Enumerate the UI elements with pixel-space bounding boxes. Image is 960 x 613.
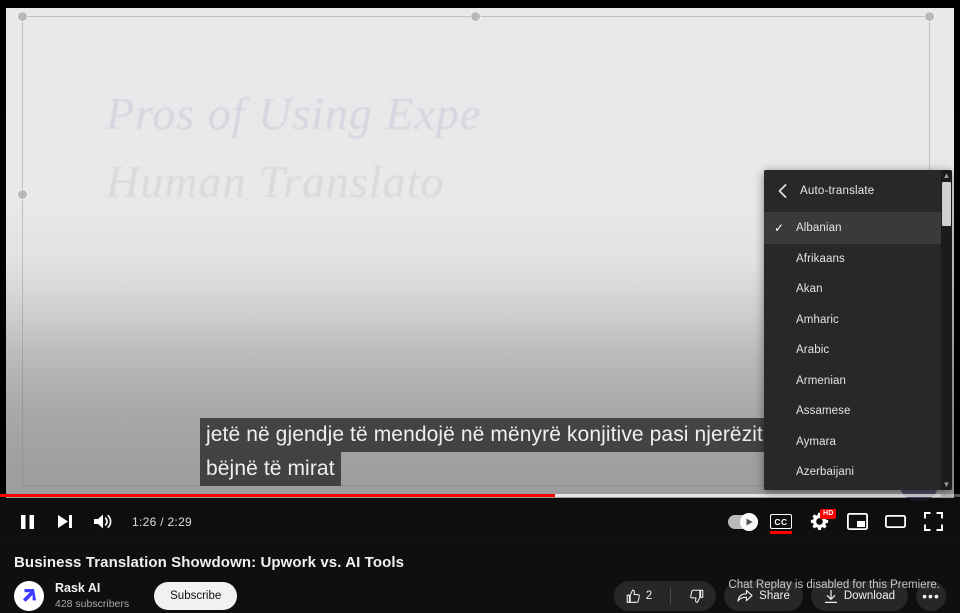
- action-divider: [670, 588, 672, 604]
- check-icon: ✓: [774, 221, 785, 236]
- menu-item-label: Amharic: [796, 313, 839, 326]
- caption-line-2: bëjnë të mirat: [200, 452, 341, 486]
- subscribe-button[interactable]: Subscribe: [154, 582, 238, 610]
- menu-item-afrikaans[interactable]: Afrikaans: [764, 244, 952, 275]
- time-display: 1:26 / 2:29: [132, 514, 193, 529]
- share-label: Share: [759, 590, 790, 602]
- channel-name: Rask AI: [55, 581, 101, 596]
- video-player[interactable]: Pros of Using Expe Human Translato jetë …: [0, 0, 960, 545]
- menu-item-armenian[interactable]: Armenian: [764, 366, 952, 397]
- progress-played: [0, 494, 555, 497]
- menu-item-label: Akan: [796, 283, 823, 296]
- menu-title: Auto-translate: [800, 185, 875, 197]
- menu-item-azerbaijani[interactable]: Azerbaijani: [764, 457, 952, 488]
- menu-item-assamese[interactable]: Assamese: [764, 396, 952, 427]
- menu-item-arabic[interactable]: Arabic: [764, 335, 952, 366]
- menu-item-aymara[interactable]: Aymara: [764, 427, 952, 458]
- like-count: 2: [645, 590, 653, 602]
- quality-hd-badge: HD: [820, 508, 836, 519]
- menu-item-label: Afrikaans: [796, 252, 845, 265]
- like-button[interactable]: 2: [614, 581, 664, 611]
- autoplay-toggle[interactable]: [724, 503, 762, 541]
- thumbs-down-icon: [689, 589, 704, 604]
- theater-mode-button[interactable]: [876, 503, 914, 541]
- autoplay-toggle-track[interactable]: [728, 512, 758, 531]
- cc-active-indicator: [770, 530, 792, 534]
- next-video-button[interactable]: [46, 503, 84, 541]
- channel-info[interactable]: Rask AI 428 subscribers: [55, 581, 129, 611]
- menu-header-back[interactable]: Auto-translate: [764, 170, 952, 213]
- subscriber-count: 428 subscribers: [55, 597, 130, 610]
- menu-item-label: Aymara: [796, 435, 837, 448]
- thumbs-up-icon: [626, 589, 641, 604]
- menu-item-label: Arabic: [796, 344, 830, 357]
- page-title: Business Translation Showdown: Upwork vs…: [14, 554, 405, 571]
- cc-icon: CC: [770, 514, 792, 529]
- menu-scrollbar[interactable]: ▲ ▼: [941, 170, 952, 490]
- fullscreen-button[interactable]: [914, 503, 952, 541]
- chevron-left-icon[interactable]: [772, 184, 792, 198]
- menu-item-amharic[interactable]: Amharic: [764, 305, 952, 336]
- scroll-down-arrow-icon[interactable]: ▼: [941, 479, 952, 490]
- caption-overlay: jetë në gjendje të mendojë në mënyrë kon…: [200, 418, 769, 486]
- menu-item-label: Albanian: [796, 222, 842, 235]
- scrollbar-thumb[interactable]: [942, 182, 951, 226]
- menu-item-label: Armenian: [796, 374, 847, 387]
- slide-text-line1: Pros of Using Expe: [106, 88, 482, 139]
- like-dislike-group: 2: [613, 581, 717, 611]
- dislike-button[interactable]: [677, 581, 716, 611]
- download-label: Download: [843, 590, 895, 602]
- settings-button[interactable]: HD: [800, 503, 838, 541]
- auto-translate-menu[interactable]: Auto-translate ✓ Albanian Afrikaans Akan…: [764, 170, 952, 490]
- chat-replay-note: Chat Replay is disabled for this Premier…: [728, 579, 940, 591]
- menu-item-albanian[interactable]: ✓ Albanian: [764, 213, 952, 244]
- video-meta-section: Business Translation Showdown: Upwork vs…: [0, 545, 960, 613]
- miniplayer-button[interactable]: [838, 503, 876, 541]
- language-list[interactable]: ✓ Albanian Afrikaans Akan Amharic Arabic: [764, 213, 952, 490]
- share-icon: [737, 589, 753, 603]
- avatar[interactable]: [14, 581, 44, 611]
- caption-line-1: jetë në gjendje të mendojë në mënyrë kon…: [200, 418, 769, 452]
- autoplay-toggle-knob: [740, 512, 758, 531]
- player-control-bar[interactable]: 1:26 / 2:29 CC HD: [0, 498, 960, 545]
- menu-item-label: Assamese: [796, 405, 851, 418]
- menu-item-akan[interactable]: Akan: [764, 274, 952, 305]
- pause-button[interactable]: [8, 503, 46, 541]
- volume-button[interactable]: [84, 503, 122, 541]
- scroll-up-arrow-icon[interactable]: ▲: [941, 170, 952, 181]
- captions-button[interactable]: CC: [762, 503, 800, 541]
- menu-item-label: Azerbaijani: [796, 466, 854, 479]
